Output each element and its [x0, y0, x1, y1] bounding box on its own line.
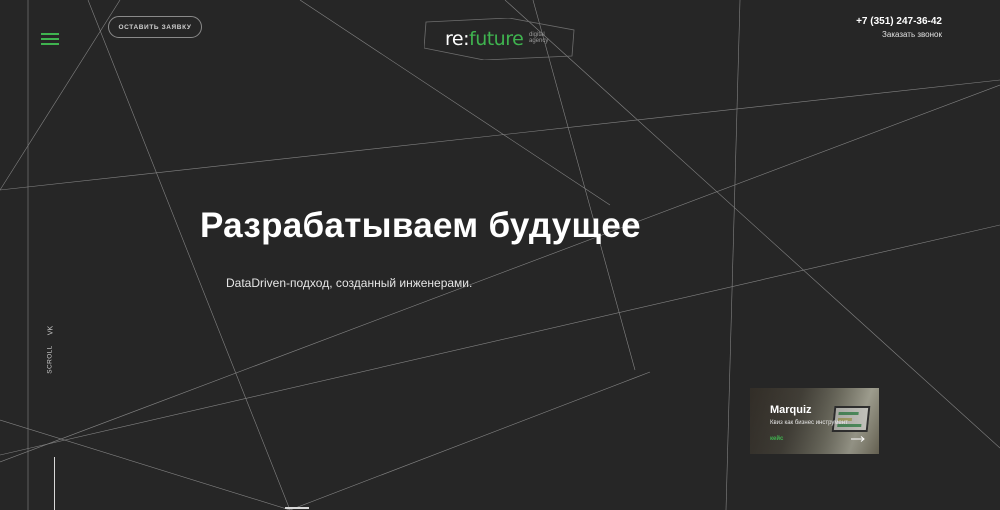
callback-link[interactable]: Заказать звонок — [882, 30, 942, 39]
slide-progress-bar — [285, 507, 309, 509]
case-card-marquiz[interactable]: Marquiz Квиз как бизнес инструмент кейс — [750, 388, 879, 454]
logo[interactable]: re:future digital agency — [424, 18, 576, 60]
hero-subtitle: DataDriven-подход, созданный инженерами. — [226, 276, 473, 290]
logo-text-future: future — [469, 28, 524, 50]
logo-sub-agency: agency — [529, 38, 549, 44]
vk-link[interactable]: VK — [48, 324, 55, 338]
arrow-right-icon — [851, 436, 865, 442]
hamburger-icon — [41, 33, 59, 35]
submit-request-button[interactable]: Оставить заявку — [108, 16, 202, 38]
case-card-title: Marquiz — [770, 404, 812, 416]
scroll-label: SCROLL — [46, 345, 54, 374]
case-card-subtitle: Квиз как бизнес инструмент — [770, 420, 848, 426]
menu-button[interactable] — [41, 33, 59, 45]
case-card-tag: кейс — [770, 436, 784, 442]
phone-link[interactable]: +7 (351) 247-36-42 — [856, 16, 942, 27]
scroll-indicator-line — [54, 457, 55, 510]
hero-title: Разрабатываем будущее — [200, 206, 641, 245]
logo-text-re: re: — [445, 28, 470, 50]
